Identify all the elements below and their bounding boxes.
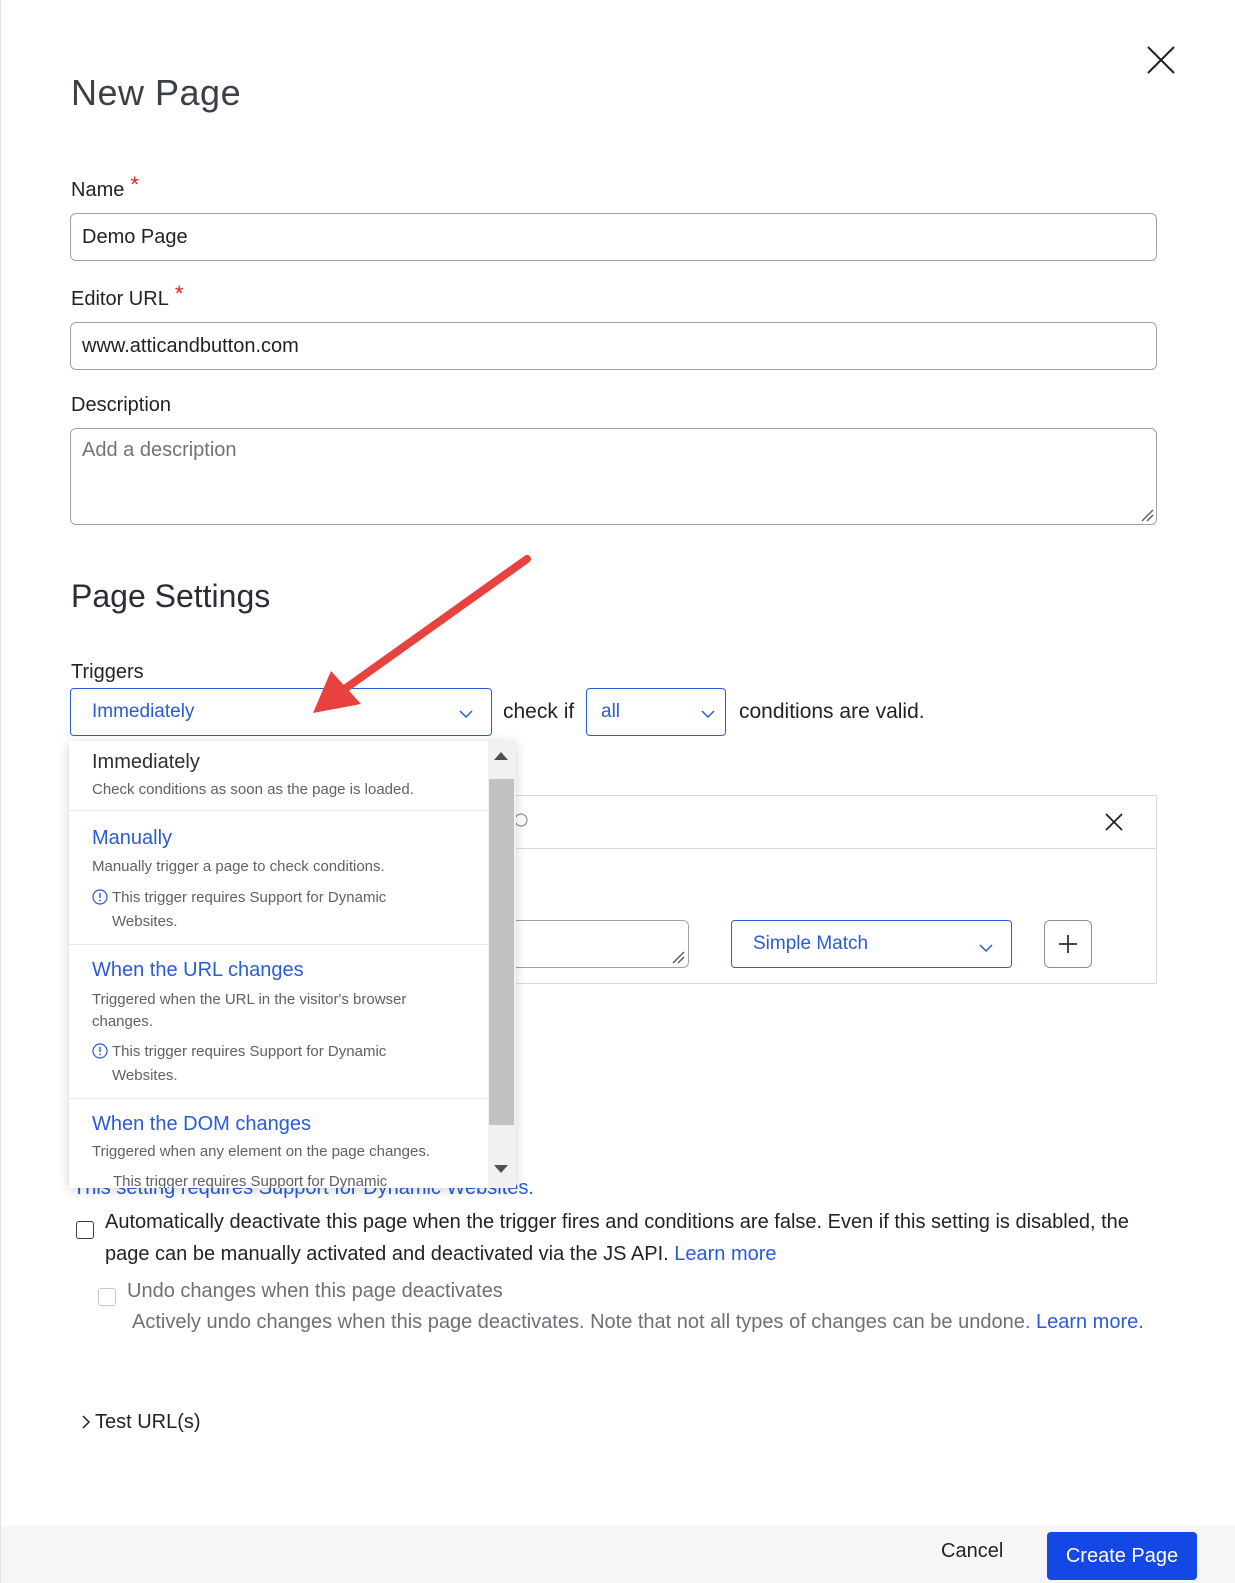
editor-url-input-value: www.atticandbutton.com	[82, 335, 299, 357]
create-page-button[interactable]: Create Page	[1047, 1532, 1197, 1580]
dropdown-scrollbar-thumb[interactable]	[489, 779, 514, 1125]
description-textarea[interactable]: Add a description	[70, 428, 1157, 525]
auto-deactivate-text: Automatically deactivate this page when …	[105, 1206, 1175, 1270]
trigger-option-immediately[interactable]: Immediately Check conditions as soon as …	[69, 741, 487, 811]
trigger-option-note: This trigger requires Support for Dynami…	[92, 886, 422, 934]
trigger-option-title: When the DOM changes	[92, 1113, 311, 1135]
trigger-select-value: Immediately	[92, 701, 195, 722]
condition-value-input[interactable]	[513, 920, 689, 968]
dialog-title: New Page	[71, 72, 242, 113]
trigger-option-description: Manually trigger a page to check conditi…	[92, 858, 385, 875]
info-icon	[92, 889, 108, 905]
chevron-right-icon	[82, 1415, 91, 1429]
trigger-option-description: Check conditions as soon as the page is …	[92, 781, 414, 798]
name-input[interactable]: Demo Page	[70, 213, 1157, 261]
chevron-down-icon	[701, 710, 715, 719]
help-icon[interactable]	[514, 813, 528, 827]
match-type-value: Simple Match	[753, 933, 869, 954]
remove-condition-icon[interactable]	[1103, 811, 1125, 833]
info-icon	[92, 1043, 108, 1059]
description-placeholder: Add a description	[82, 439, 237, 461]
trigger-option-description: Triggered when the URL in the visitor's …	[92, 991, 407, 1030]
trigger-option-note: This trigger requires Support for Dynami…	[92, 1040, 422, 1088]
auto-deactivate-label: Automatically deactivate this page when …	[105, 1211, 1129, 1265]
plus-icon	[1059, 935, 1077, 953]
test-urls-label: Test URL(s)	[95, 1411, 201, 1433]
resize-grip-icon[interactable]	[671, 950, 685, 964]
page-settings-title: Page Settings	[71, 578, 271, 614]
conditions-suffix-text: conditions are valid.	[739, 700, 925, 723]
undo-changes-learn-more-link[interactable]: Learn more.	[1036, 1311, 1144, 1333]
chevron-down-icon	[459, 710, 473, 719]
cancel-button[interactable]: Cancel	[941, 1540, 1003, 1563]
trigger-option-note-text: This trigger requires Support for Dynami…	[112, 1043, 387, 1084]
trigger-select[interactable]: Immediately	[70, 688, 492, 736]
check-if-text: check if	[503, 700, 575, 723]
triggers-label: Triggers	[71, 661, 144, 683]
editor-url-label-text: Editor URL	[71, 288, 169, 310]
name-input-value: Demo Page	[82, 226, 188, 248]
required-mark: *	[130, 172, 139, 197]
name-label: Name *	[71, 172, 139, 202]
close-icon[interactable]	[1145, 44, 1177, 76]
condition-mode-value: all	[601, 701, 621, 722]
condition-divider	[513, 848, 1157, 849]
chevron-down-icon	[979, 944, 993, 953]
editor-url-input[interactable]: www.atticandbutton.com	[70, 322, 1157, 370]
test-urls-toggle[interactable]: Test URL(s)	[81, 1406, 201, 1438]
trigger-option-title: Immediately	[92, 751, 200, 773]
trigger-option-manually[interactable]: Manually Manually trigger a page to chec…	[69, 811, 487, 945]
editor-url-label: Editor URL *	[71, 281, 183, 311]
new-page-dialog: New Page Name * Demo Page Editor URL * www…	[0, 0, 1235, 1583]
trigger-option-title: Manually	[92, 827, 173, 849]
required-mark: *	[174, 281, 184, 306]
auto-deactivate-checkbox[interactable]	[76, 1221, 94, 1239]
name-label-text: Name	[71, 179, 125, 201]
condition-mode-select[interactable]: all	[586, 688, 726, 736]
resize-grip-icon[interactable]	[1140, 508, 1154, 522]
scroll-down-arrow-icon[interactable]	[494, 1165, 508, 1173]
trigger-option-dom-changes[interactable]: When the DOM changes Triggered when any …	[69, 1099, 487, 1188]
undo-changes-label: Undo changes when this page deactivates	[127, 1280, 503, 1302]
undo-changes-checkbox[interactable]	[98, 1288, 116, 1306]
trigger-dropdown-menu: Immediately Check conditions as soon as …	[69, 741, 516, 1188]
description-label: Description	[71, 394, 172, 416]
undo-changes-description-text: Actively undo changes when this page dea…	[132, 1311, 1031, 1333]
trigger-option-note-text: This trigger requires Support for Dynami…	[113, 1173, 388, 1188]
trigger-option-description: Triggered when any element on the page c…	[92, 1143, 431, 1160]
trigger-option-note-text: This trigger requires Support for Dynami…	[112, 889, 387, 930]
scroll-up-arrow-icon[interactable]	[494, 752, 508, 760]
trigger-option-url-changes[interactable]: When the URL changes Triggered when the …	[69, 945, 487, 1099]
trigger-option-title: When the URL changes	[92, 959, 304, 981]
undo-changes-description: Actively undo changes when this page dea…	[132, 1306, 1172, 1338]
add-condition-button[interactable]	[1044, 920, 1092, 968]
auto-deactivate-learn-more-link[interactable]: Learn more	[674, 1243, 776, 1265]
match-type-select[interactable]: Simple Match	[731, 920, 1012, 968]
